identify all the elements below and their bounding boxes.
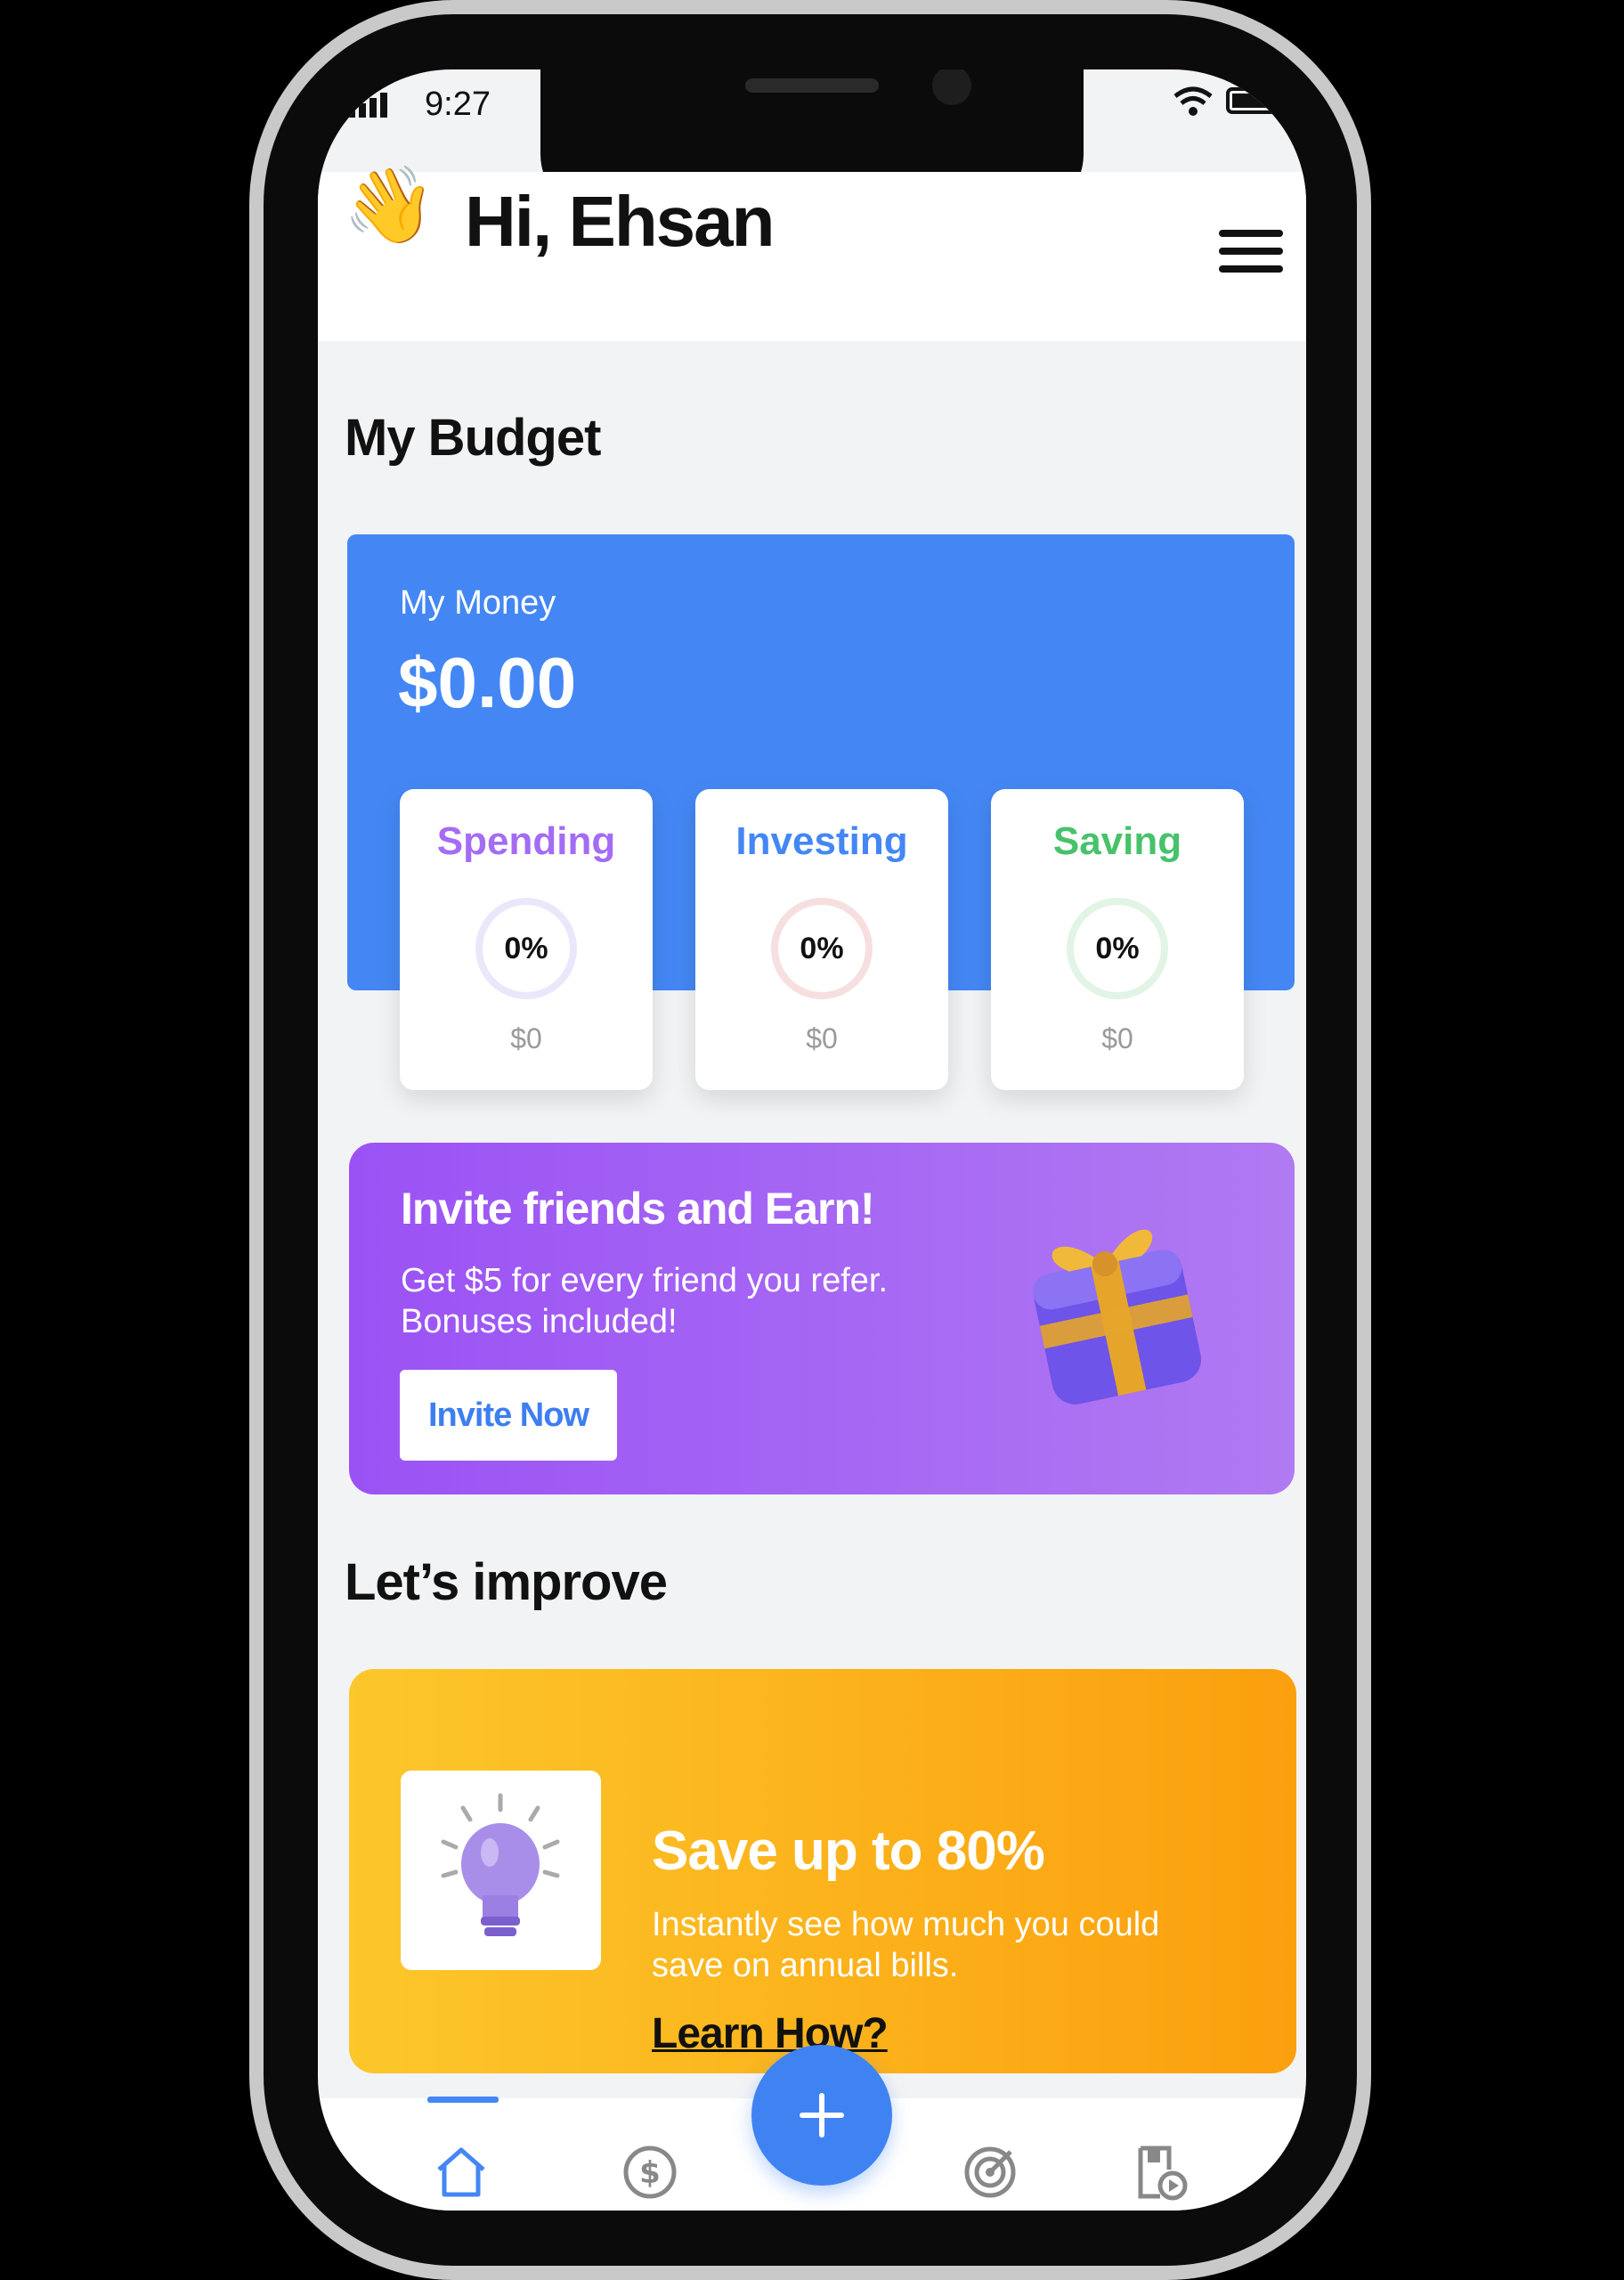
investing-amount: $0 — [806, 1022, 838, 1054]
target-icon[interactable] — [961, 2143, 1019, 2202]
svg-text:$: $ — [639, 2155, 661, 2191]
my-money-amount: $0.00 — [398, 643, 577, 722]
my-money-label: My Money — [400, 584, 556, 622]
budget-section-title: My Budget — [345, 409, 601, 467]
investing-card[interactable]: Investing 0% $0 — [695, 789, 948, 1090]
hamburger-menu-icon[interactable] — [1219, 230, 1283, 283]
improve-section-title: Let’s improve — [345, 1553, 668, 1611]
investing-label: Investing — [735, 819, 908, 863]
saving-card[interactable]: Saving 0% $0 — [991, 789, 1244, 1090]
battery-icon — [1226, 87, 1286, 114]
plus-icon — [800, 2093, 844, 2138]
front-camera — [932, 69, 971, 105]
spending-card[interactable]: Spending 0% $0 — [400, 789, 653, 1090]
investing-percent: 0% — [800, 931, 844, 965]
waving-hand-icon: 👋 — [343, 163, 436, 247]
saving-label: Saving — [1052, 819, 1182, 863]
lightbulb-tile — [401, 1771, 601, 1970]
invite-description: Get $5 for every friend you refer. Bonus… — [401, 1262, 889, 1340]
spending-progress-ring: 0% — [475, 898, 577, 999]
status-time: 9:27 — [425, 86, 491, 123]
spending-label: Spending — [436, 819, 616, 863]
save-title: Save up to 80% — [652, 1820, 1045, 1882]
greeting-title: Hi, Ehsan — [465, 182, 775, 261]
speaker — [745, 78, 879, 93]
dollar-icon[interactable]: $ — [621, 2143, 679, 2202]
spending-amount: $0 — [510, 1022, 542, 1054]
lightbulb-icon — [441, 1793, 560, 1936]
gift-icon — [1033, 1229, 1202, 1405]
investing-progress-ring: 0% — [771, 898, 873, 999]
saving-percent: 0% — [1095, 931, 1140, 965]
saving-progress-ring: 0% — [1067, 898, 1168, 999]
wifi-icon — [1173, 86, 1213, 116]
signal-icon — [348, 93, 387, 118]
document-play-icon[interactable] — [1130, 2143, 1189, 2202]
invite-title: Invite friends and Earn! — [401, 1184, 875, 1234]
home-icon[interactable] — [432, 2143, 491, 2202]
invite-now-button[interactable]: Invite Now — [400, 1370, 617, 1461]
active-tab-indicator — [427, 2097, 499, 2103]
saving-amount: $0 — [1101, 1022, 1133, 1054]
app-screen: 9:27 👋 Hi, Ehsan My Budget My Money $0.0… — [318, 69, 1306, 2211]
add-button[interactable] — [751, 2045, 892, 2186]
spending-percent: 0% — [504, 931, 548, 965]
save-description: Instantly see how much you could save on… — [652, 1906, 1160, 1984]
